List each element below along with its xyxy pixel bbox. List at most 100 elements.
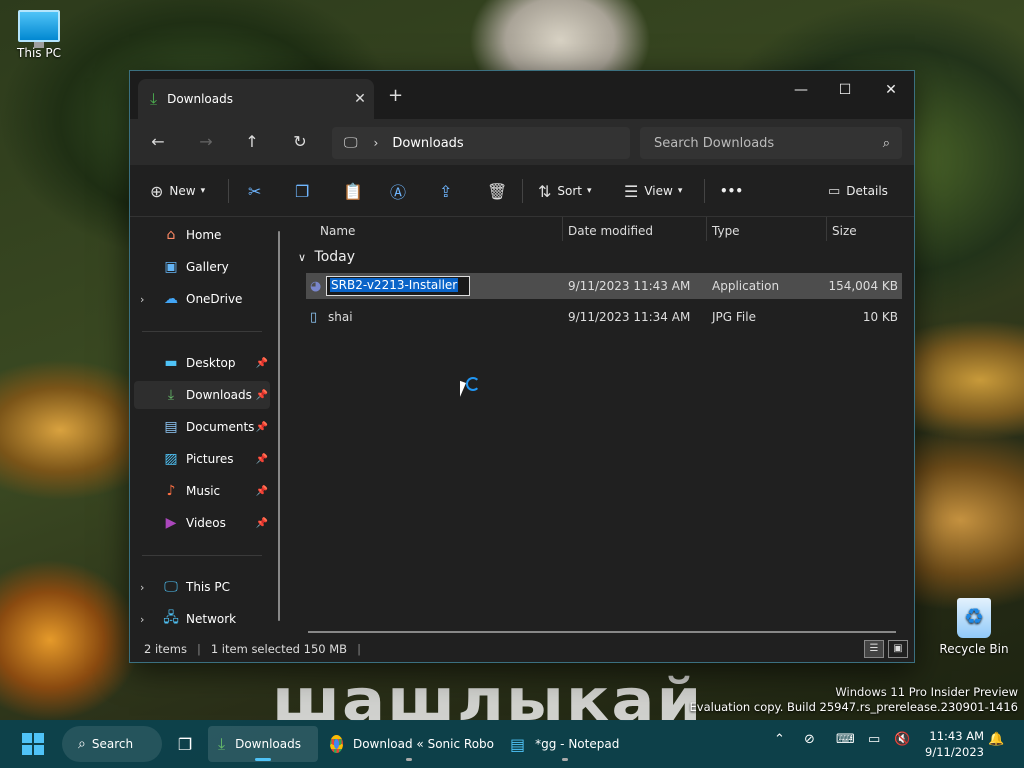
cut-button[interactable]: ✂ (248, 179, 267, 203)
sidebar-item-label: Downloads (186, 388, 252, 402)
group-header-today[interactable]: ∨ Today (298, 249, 355, 265)
sort-icon: ⇅ (538, 181, 552, 201)
status-divider: | (196, 642, 201, 656)
start-button[interactable] (14, 726, 52, 762)
chrome-icon (330, 735, 343, 753)
taskbar-app-chrome[interactable]: Download « Sonic Robo (324, 726, 494, 762)
search-input[interactable]: Search Downloads ⌕ (640, 127, 902, 159)
taskbar-app-downloads[interactable]: ⤓ Downloads (208, 726, 318, 762)
chevron-right-icon[interactable]: › (140, 613, 144, 626)
sidebar-item-home[interactable]: ⌂ Home (134, 221, 270, 249)
pin-icon: 📌 (255, 357, 268, 369)
delete-button[interactable]: 🗑 (487, 179, 513, 203)
forward-button[interactable]: → (192, 130, 220, 154)
clipboard-icon: 📋 (343, 181, 363, 201)
view-button[interactable]: ☰ View ▾ (624, 179, 682, 203)
desktop-icon: ▬ (164, 355, 178, 371)
sidebar-item-network[interactable]: › 🖧 Network (134, 605, 270, 633)
taskbar-app-label: *gg - Notepad (535, 737, 620, 751)
maximize-button[interactable]: ☐ (822, 75, 868, 105)
chevron-right-icon[interactable]: › (140, 581, 144, 594)
refresh-button[interactable]: ↻ (286, 130, 314, 154)
sidebar-item-videos[interactable]: ▶ Videos 📌 (134, 509, 270, 537)
details-pane-button[interactable]: ▭ Details (828, 179, 888, 203)
task-view-button[interactable]: ❐ (170, 726, 200, 762)
copy-button[interactable]: ❐ (295, 179, 315, 203)
sidebar-item-documents[interactable]: ▤ Documents 📌 (134, 413, 270, 441)
tab-close-button[interactable]: ✕ (346, 91, 374, 107)
taskbar-app-notepad[interactable]: ▤ *gg - Notepad (500, 726, 630, 762)
keyboard-icon[interactable]: ⌨ (836, 732, 855, 747)
network-off-icon[interactable]: ⊘ (804, 732, 815, 747)
back-button[interactable]: ← (144, 130, 172, 154)
navigation-pane: ⌂ Home ▣ Gallery › ☁ OneDrive ▬ Desktop … (130, 217, 288, 637)
gallery-icon: ▣ (164, 259, 178, 275)
desktop-icon-this-pc[interactable]: This PC (3, 10, 75, 60)
horizontal-scrollbar[interactable] (308, 631, 896, 633)
sidebar-item-label: Pictures (186, 452, 234, 466)
sort-label: Sort (557, 184, 583, 198)
up-button[interactable]: ↑ (238, 130, 266, 154)
address-location[interactable]: Downloads (392, 136, 463, 151)
volume-muted-icon[interactable]: 🔇 (894, 732, 910, 747)
sidebar-scrollbar[interactable] (278, 231, 280, 621)
pin-icon: 📌 (255, 517, 268, 529)
notification-bell-icon[interactable]: 🔔 (988, 732, 1004, 747)
sidebar-item-label: Music (186, 484, 221, 498)
column-header-size[interactable]: Size (824, 217, 904, 245)
music-icon: ♪ (166, 483, 176, 499)
sidebar-item-desktop[interactable]: ▬ Desktop 📌 (134, 349, 270, 377)
installer-icon: ◕ (310, 279, 322, 294)
toolbar-divider (522, 179, 523, 203)
table-row[interactable]: ▯ shai 9/11/2023 11:34 AM JPG File 10 KB (306, 304, 902, 330)
plus-circle-icon: ⊕ (150, 181, 164, 201)
share-icon: ⇪ (439, 181, 453, 201)
chevron-right-icon[interactable]: › (140, 293, 144, 306)
new-button[interactable]: ⊕ New ▾ (150, 179, 205, 203)
sidebar-item-onedrive[interactable]: › ☁ OneDrive (134, 285, 270, 313)
table-row[interactable]: ◕ SRB2-v2213-Installer 9/11/2023 11:43 A… (306, 273, 902, 299)
details-view-icon[interactable]: ☰ (864, 640, 884, 658)
clock-date: 9/11/2023 (925, 745, 984, 759)
sidebar-item-label: OneDrive (186, 292, 243, 306)
file-type: JPG File (712, 310, 756, 324)
chevron-down-icon: ▾ (587, 186, 592, 196)
minimize-button[interactable]: — (778, 75, 824, 105)
file-explorer-window: ⤓ Downloads ✕ + — ☐ ✕ ← → ↑ ↻ 🖵 › Downlo… (129, 70, 915, 663)
desktop-recycle-bin-label: Recycle Bin (939, 642, 1009, 656)
search-placeholder: Search Downloads (654, 135, 775, 151)
new-tab-button[interactable]: + (388, 85, 403, 106)
taskbar-search-label: Search (91, 737, 134, 751)
document-icon: ▤ (164, 419, 178, 435)
share-button[interactable]: ⇪ (439, 179, 458, 203)
sort-button[interactable]: ⇅ Sort ▾ (538, 179, 592, 203)
file-date: 9/11/2023 11:34 AM (568, 310, 691, 324)
system-clock[interactable]: 11:43 AM 9/11/2023 (925, 728, 984, 760)
recycle-bin-icon: ♻ (957, 598, 991, 638)
sidebar-item-downloads[interactable]: ⤓ Downloads 📌 (134, 381, 270, 409)
status-divider: | (357, 642, 361, 656)
sidebar-item-gallery[interactable]: ▣ Gallery (134, 253, 270, 281)
sidebar-item-label: Network (186, 612, 237, 626)
sidebar-item-pictures[interactable]: ▨ Pictures 📌 (134, 445, 270, 473)
close-button[interactable]: ✕ (868, 75, 914, 105)
chevron-up-icon[interactable]: ⌃ (774, 732, 785, 747)
pc-icon: 🖵 (164, 579, 178, 595)
column-header-name[interactable]: Name (312, 217, 562, 245)
paste-button[interactable]: 📋 (343, 179, 369, 203)
chevron-right-icon[interactable]: › (374, 136, 379, 150)
tiles-view-icon[interactable]: ▣ (888, 640, 908, 658)
column-header-type[interactable]: Type (704, 217, 824, 245)
column-header-date[interactable]: Date modified (560, 217, 704, 245)
rename-button[interactable]: Ⓐ (390, 179, 412, 203)
file-list: Name Date modified Type Size ∨ Today ◕ S… (290, 217, 914, 637)
more-options-button[interactable]: ••• (720, 179, 743, 203)
desktop-icon-recycle-bin[interactable]: ♻ Recycle Bin (938, 598, 1010, 656)
taskbar-search-button[interactable]: ⌕ Search (62, 726, 162, 762)
rename-input[interactable]: SRB2-v2213-Installer (326, 276, 470, 296)
address-bar[interactable]: 🖵 › Downloads (332, 127, 630, 159)
monitor-icon[interactable]: ▭ (868, 732, 880, 747)
sidebar-item-this-pc[interactable]: › 🖵 This PC (134, 573, 270, 601)
sidebar-item-music[interactable]: ♪ Music 📌 (134, 477, 270, 505)
tab-downloads[interactable]: ⤓ Downloads ✕ (138, 79, 374, 119)
